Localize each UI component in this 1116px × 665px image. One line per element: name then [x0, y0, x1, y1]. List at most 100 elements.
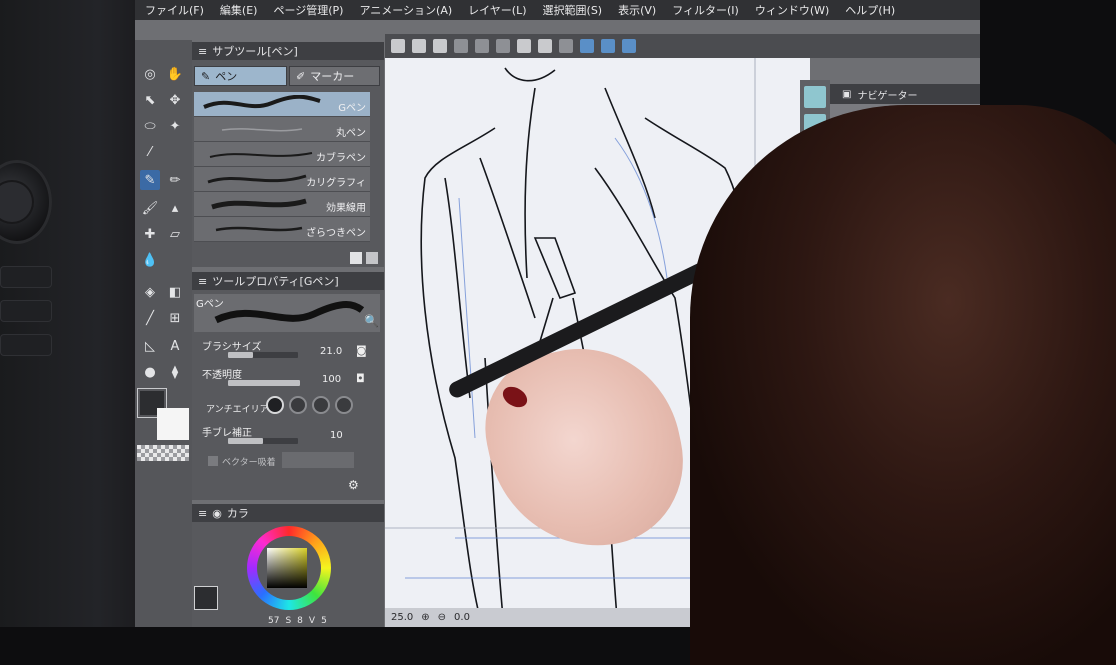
menu-help[interactable]: ヘルプ(H)	[845, 2, 895, 18]
vector-magnet-options[interactable]	[282, 452, 354, 468]
brush-size-value[interactable]: 21.0	[320, 346, 342, 357]
vector-magnet-checkbox[interactable]	[208, 456, 218, 466]
settings-icon[interactable]	[496, 39, 510, 53]
copy-sub-tool-icon[interactable]	[350, 252, 362, 264]
snap-grid-icon[interactable]	[622, 39, 636, 53]
correct-line-icon[interactable]: ⧫	[165, 362, 185, 382]
brush-settings-icon[interactable]: 🔍	[364, 314, 379, 328]
open-file-icon[interactable]	[412, 39, 426, 53]
clear-icon[interactable]	[559, 39, 573, 53]
pen-tab-icon: ✎	[201, 69, 211, 83]
auto-select-icon[interactable]: ✦	[165, 116, 185, 136]
menu-view[interactable]: 表示(V)	[618, 2, 656, 18]
sub-tool-g-pen[interactable]: Gペン	[194, 92, 370, 117]
ruler-icon[interactable]: ◺	[140, 336, 160, 356]
airbrush-icon[interactable]: ▴	[165, 198, 185, 218]
pen-tool-icon[interactable]: ✎	[140, 170, 160, 190]
undo-icon[interactable]	[454, 39, 468, 53]
express-key[interactable]	[0, 334, 52, 356]
express-key[interactable]	[0, 266, 52, 288]
pencil-tool-icon[interactable]: ✏	[165, 170, 185, 190]
fill-tool-icon[interactable]: ◈	[140, 282, 160, 302]
fill-icon[interactable]	[517, 39, 531, 53]
blend-icon[interactable]: 💧	[140, 250, 160, 270]
panel-menu-icon[interactable]: ≡	[198, 507, 207, 520]
rotation-value[interactable]: 0.0	[454, 612, 470, 623]
brush-stroke-preview	[221, 128, 303, 132]
move-layer-icon[interactable]: ✥	[165, 90, 185, 110]
transparent-color-swatch[interactable]	[137, 445, 189, 461]
menu-edit[interactable]: 編集(E)	[220, 2, 258, 18]
marker-tab-icon: ✐	[296, 69, 306, 83]
brush-stroke-preview	[207, 174, 307, 184]
menu-file[interactable]: ファイル(F)	[145, 2, 204, 18]
figure-icon[interactable]: ╱	[140, 308, 160, 328]
menu-selection[interactable]: 選択範囲(S)	[543, 2, 603, 18]
antialias-none[interactable]	[266, 396, 284, 414]
antialias-weak[interactable]	[289, 396, 307, 414]
menu-animation[interactable]: アニメーション(A)	[359, 2, 452, 18]
sub-tool-calligraphy[interactable]: カリグラフィ	[194, 167, 370, 192]
navigator-header: ▣ ナビゲーター	[830, 84, 980, 104]
sub-tool-kabura-pen[interactable]: カブラペン	[194, 142, 370, 167]
stabilization-value[interactable]: 10	[330, 430, 343, 441]
sub-tool-detail-icon[interactable]: ⚙	[348, 478, 359, 492]
brush-size-fill	[228, 352, 253, 358]
menu-bar: ファイル(F) 編集(E) ページ管理(P) アニメーション(A) レイヤー(L…	[135, 0, 980, 20]
snap-special-ruler-icon[interactable]	[601, 39, 615, 53]
operation-icon[interactable]: ⬉	[140, 90, 160, 110]
tab-pen[interactable]: ✎ ペン	[194, 66, 287, 86]
artist-hair	[690, 105, 1116, 665]
sub-tool-round-pen[interactable]: 丸ペン	[194, 117, 370, 142]
opacity-value[interactable]: 100	[322, 374, 341, 385]
eraser-icon[interactable]: ▱	[165, 224, 185, 244]
sub-color-swatch[interactable]	[157, 408, 189, 440]
navigator-dock-icon[interactable]	[804, 86, 826, 108]
panel-menu-icon[interactable]: ≡	[198, 275, 207, 288]
menu-page[interactable]: ページ管理(P)	[273, 2, 343, 18]
zoom-icon[interactable]: ◎	[140, 64, 160, 84]
brush-name: カリグラフィ	[306, 178, 366, 189]
brush-tool-icon[interactable]: 🖌	[140, 198, 160, 218]
new-file-icon[interactable]	[391, 39, 405, 53]
menu-window[interactable]: ウィンドウ(W)	[755, 2, 829, 18]
tab-marker[interactable]: ✐ マーカー	[289, 66, 380, 86]
menu-layer[interactable]: レイヤー(L)	[468, 2, 526, 18]
brush-stroke-preview	[215, 226, 303, 232]
express-key[interactable]	[0, 300, 52, 322]
zoom-in-icon[interactable]: ⊕	[421, 612, 429, 623]
decoration-icon[interactable]: ✚	[140, 224, 160, 244]
opacity-pressure-icon[interactable]: ◘	[356, 372, 365, 385]
color-wheel-tab-icon[interactable]: ◉	[212, 507, 222, 520]
navigator-title: ナビゲーター	[857, 90, 918, 102]
delete-sub-tool-icon[interactable]	[366, 252, 378, 264]
balloon-icon[interactable]: ●	[140, 362, 160, 382]
eyedropper-icon[interactable]: ⁄	[140, 142, 160, 162]
panel-menu-icon[interactable]: ≡	[198, 45, 207, 58]
menu-filter[interactable]: フィルター(I)	[672, 2, 739, 18]
gradient-icon[interactable]: ◧	[165, 282, 185, 302]
panel-main-color[interactable]	[194, 586, 218, 610]
redo-icon[interactable]	[475, 39, 489, 53]
hand-icon[interactable]: ✋	[165, 64, 185, 84]
snap-ruler-icon[interactable]	[580, 39, 594, 53]
stabilization-slider[interactable]	[228, 438, 298, 444]
brush-size-slider[interactable]	[228, 352, 298, 358]
saturation-value-square[interactable]	[267, 548, 307, 588]
brush-preview-stroke	[214, 301, 364, 324]
selection-icon[interactable]: ⬭	[140, 116, 160, 136]
antialias-strong[interactable]	[335, 396, 353, 414]
sub-tool-effect-line[interactable]: 効果線用	[194, 192, 370, 217]
save-icon[interactable]	[433, 39, 447, 53]
sub-tool-panel: ≡ サブツール[ペン] ✎ ペン ✐ マーカー Gペン 丸ペン カブラペン カリ…	[192, 42, 384, 267]
transform-icon[interactable]	[538, 39, 552, 53]
zoom-out-icon[interactable]: ⊖	[438, 612, 446, 623]
opacity-slider[interactable]	[228, 380, 300, 386]
sub-tool-rough-pen[interactable]: ざらつきペン	[194, 217, 370, 242]
pen-pressure-icon[interactable]: ◙	[356, 344, 367, 357]
zoom-value[interactable]: 25.0	[391, 612, 413, 623]
brush-stroke-preview	[203, 95, 321, 109]
antialias-medium[interactable]	[312, 396, 330, 414]
frame-icon[interactable]: ⊞	[165, 308, 185, 328]
text-icon[interactable]: A	[165, 336, 185, 356]
